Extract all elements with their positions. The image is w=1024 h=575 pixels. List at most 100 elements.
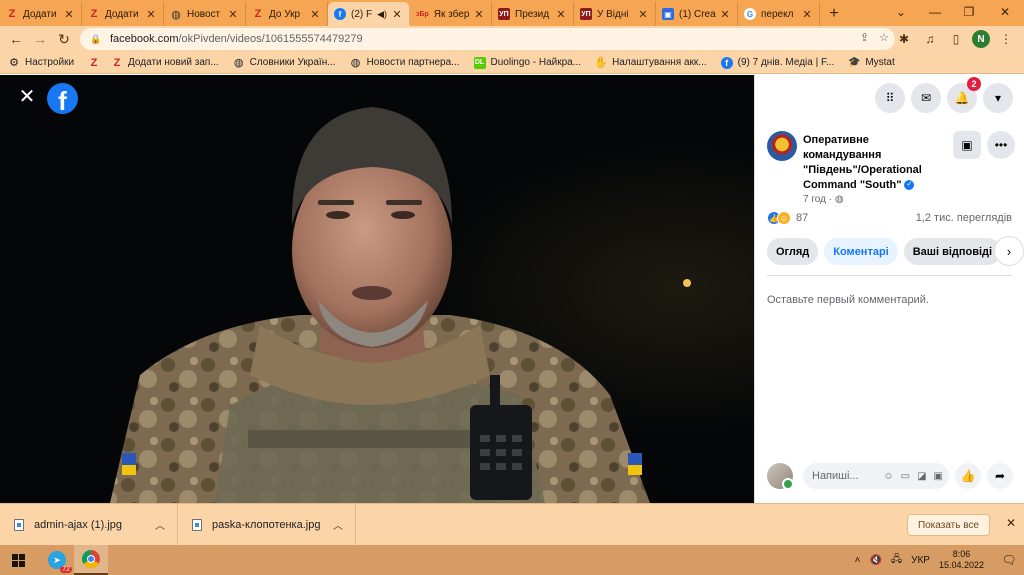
more-options-button[interactable]: •••: [987, 131, 1015, 159]
extensions-icon[interactable]: ✱: [894, 27, 914, 51]
close-icon[interactable]: ✕: [63, 8, 75, 21]
start-button[interactable]: [0, 545, 36, 575]
clock-time: 8:06: [952, 549, 971, 559]
bookmark-item[interactable]: DL Duolingo - Найкра...: [473, 56, 581, 69]
share-button[interactable]: ➦: [987, 463, 1013, 489]
tab-title: Додати: [105, 8, 139, 20]
browser-tab[interactable]: Z До Укр ✕: [246, 2, 328, 26]
volume-muted-icon[interactable]: 🔇: [869, 555, 881, 566]
sticker-icon[interactable]: ◪: [917, 471, 926, 482]
gear-icon: ⚙: [9, 57, 19, 69]
share-icon[interactable]: ⇪: [860, 31, 869, 44]
tab-overview[interactable]: Огляд: [767, 238, 819, 265]
video-frame: [0, 75, 754, 503]
save-video-button[interactable]: ▣: [953, 131, 981, 159]
chevron-up-icon[interactable]: ˄: [855, 555, 861, 566]
close-icon[interactable]: ✕: [637, 8, 649, 21]
download-item[interactable]: paska-клопотенка.jpg ︿: [178, 503, 356, 546]
panel-tabs: Огляд Коментарі Ваші відповіді: [767, 238, 1002, 265]
browser-tab[interactable]: G перекл ✕: [738, 2, 820, 26]
comment-input[interactable]: Напиші... ☺ ▭ ◪ ▣: [803, 463, 949, 489]
reactions-summary[interactable]: 👍 ☺ 87: [767, 211, 808, 225]
apps-grid-icon[interactable]: ⠿: [875, 83, 905, 113]
forward-arrow-icon[interactable]: →: [28, 27, 52, 51]
reload-icon[interactable]: ↻: [52, 27, 76, 51]
messenger-icon[interactable]: ✉: [911, 83, 941, 113]
avatar[interactable]: [767, 463, 794, 490]
post-time[interactable]: 7 год ·: [803, 194, 835, 205]
chevron-up-icon[interactable]: ︿: [333, 517, 343, 532]
profile-avatar[interactable]: N: [972, 30, 990, 48]
browser-tab-active[interactable]: f (2) F ◀) ✕: [328, 2, 410, 26]
bookmark-label: Новости партнера...: [366, 57, 460, 68]
window-close-icon[interactable]: ✕: [988, 0, 1022, 24]
close-icon[interactable]: ✕: [473, 8, 485, 21]
browser-tab[interactable]: зБр Як збер ✕: [410, 2, 492, 26]
page-name-line: командування: [803, 149, 882, 161]
restore-icon[interactable]: ❐: [952, 0, 986, 24]
close-icon[interactable]: ✕: [391, 8, 403, 21]
browser-tab[interactable]: Z Додати ✕: [0, 2, 82, 26]
new-tab-button[interactable]: +: [820, 2, 848, 26]
chevron-up-icon[interactable]: ︿: [155, 517, 165, 532]
minimize-icon[interactable]: —: [918, 0, 952, 24]
telegram-taskbar-app[interactable]: ➤ 72: [40, 545, 74, 575]
speaker-icon[interactable]: ◀): [377, 9, 387, 20]
video-player[interactable]: ✕ f: [0, 75, 754, 503]
network-icon[interactable]: 🖧: [891, 552, 902, 569]
z-logo-icon: Z: [8, 8, 16, 20]
like-button[interactable]: 👍: [955, 463, 981, 489]
bookmark-item[interactable]: ◍ Словники Україн...: [233, 57, 336, 69]
browser-tab[interactable]: ▣ (1) Crea ✕: [656, 2, 738, 26]
bookmarks-bar: ⚙ Настройки Z Z Додати новий зап... ◍ Сл…: [0, 52, 1024, 74]
notifications-bell-icon[interactable]: 🔔 2: [947, 77, 981, 113]
bookmark-item[interactable]: 🎓 Mystat: [848, 57, 895, 69]
side-panel-icon[interactable]: ▯: [946, 27, 966, 51]
chevron-right-icon[interactable]: ›: [994, 236, 1024, 266]
facebook-logo-icon[interactable]: f: [47, 83, 78, 114]
close-icon[interactable]: ✕: [555, 8, 567, 21]
browser-tab[interactable]: УП Презид ✕: [492, 2, 574, 26]
bookmark-star-icon[interactable]: ☆: [879, 31, 889, 44]
bookmark-item[interactable]: ⚙ Настройки: [8, 57, 74, 69]
back-arrow-icon[interactable]: ←: [4, 27, 28, 51]
account-menu-chevron-icon[interactable]: ▾: [983, 83, 1013, 113]
bookmark-item[interactable]: Z: [88, 57, 105, 69]
browser-tab[interactable]: Z Додати ✕: [82, 2, 164, 26]
tab-title: До Укр: [269, 8, 301, 20]
menu-kebab-icon[interactable]: ⋮: [996, 27, 1016, 51]
action-center-icon[interactable]: 🗨: [994, 553, 1024, 567]
tab-comments[interactable]: Коментарі: [824, 238, 898, 265]
camera-icon[interactable]: ▣: [934, 471, 943, 482]
close-downloads-icon[interactable]: ✕: [1006, 516, 1016, 530]
media-control-icon[interactable]: ♫: [920, 27, 940, 51]
bookmark-item[interactable]: Z Додати новий зап...: [111, 57, 219, 69]
page-avatar[interactable]: [767, 131, 797, 161]
close-icon[interactable]: ✕: [227, 8, 239, 21]
browser-tab[interactable]: УП У Відні ✕: [574, 2, 656, 26]
browser-tab[interactable]: ◍ Новост ✕: [164, 2, 246, 26]
tab-title: Презид: [515, 8, 550, 20]
tab-your-replies[interactable]: Ваші відповіді: [903, 238, 1002, 265]
close-icon[interactable]: ✕: [309, 8, 321, 21]
chrome-taskbar-app[interactable]: [74, 545, 108, 575]
show-all-downloads-button[interactable]: Показать все: [906, 514, 990, 536]
bookmark-item[interactable]: f (9) 7 днів. Медіа | F...: [720, 56, 834, 69]
bookmark-item[interactable]: ✋ Налаштування акк...: [594, 57, 706, 69]
bookmark-item[interactable]: ◍ Новости партнера...: [350, 57, 460, 69]
address-bar[interactable]: 🔒 facebook.com/okPivden/videos/106155557…: [80, 28, 895, 50]
close-icon[interactable]: ✕: [719, 8, 731, 21]
tab-title: Додати: [23, 8, 57, 20]
language-indicator[interactable]: УКР: [911, 555, 930, 566]
close-video-button[interactable]: ✕: [18, 87, 36, 107]
clock[interactable]: 8:06 15.04.2022: [939, 549, 984, 571]
close-icon[interactable]: ✕: [145, 8, 157, 21]
close-icon[interactable]: ✕: [801, 8, 813, 21]
download-item[interactable]: admin-ajax (1).jpg ︿: [0, 503, 178, 546]
browser-toolbar: ← → ↻ 🔒 facebook.com/okPivden/videos/106…: [0, 26, 1024, 52]
page-name[interactable]: Оперативне командування "Південь"/Operat…: [803, 133, 953, 193]
z-logo-icon: Z: [254, 8, 262, 20]
gif-icon[interactable]: ▭: [901, 471, 910, 482]
tab-search-icon[interactable]: ⌄: [884, 0, 918, 24]
emoji-icon[interactable]: ☺: [883, 471, 893, 482]
